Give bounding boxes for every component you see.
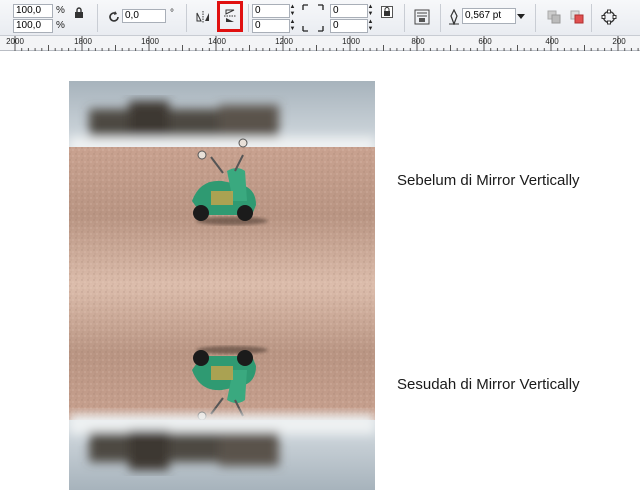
outline-width-field[interactable]: 0,567 pt [462,8,516,24]
pen-icon [445,8,463,26]
to-front-icon[interactable] [545,8,563,26]
ruler-label: 800 [411,37,425,46]
property-bar: 100,0 100,0 % % 0,0 ° 0 0 ▲ ▼ ▲ ▼ 0 0 ▲ ▼ ▲… [0,0,640,36]
mirror-horizontal-icon[interactable] [194,8,212,26]
wrap-text-icon[interactable] [413,8,431,26]
corner-top-field[interactable]: 0 [330,4,368,18]
offset-bottom-spinner[interactable]: ▲ ▼ [289,19,296,33]
ruler-label: 600 [478,37,492,46]
caption-before: Sebelum di Mirror Vertically [397,172,580,189]
ruler-label: 200 [612,37,626,46]
corner-bottom-field[interactable]: 0 [330,19,368,33]
scale-x-field[interactable]: 100,0 [13,4,53,18]
corner-bottom-spinner[interactable]: ▲ ▼ [367,19,374,33]
dropdown-arrow-icon[interactable] [514,7,528,25]
percent-label-x: % [56,5,65,16]
offset-bottom-field[interactable]: 0 [252,19,290,33]
ruler-label: 400 [545,37,559,46]
rotation-field[interactable]: 0,0 [122,9,166,23]
lock-icon[interactable] [70,3,88,21]
offset-top-spinner[interactable]: ▲ ▼ [289,4,296,18]
ruler-label: 2000 [6,37,24,46]
ruler-label: 1800 [74,37,92,46]
to-back-icon[interactable] [568,8,586,26]
lock-ratio-icon[interactable] [378,3,396,21]
scooter-photo[interactable] [69,81,375,490]
ruler-label: 1400 [208,37,226,46]
corner-bracket-icon [302,4,324,32]
rotate-icon [105,8,123,26]
offset-top-field[interactable]: 0 [252,4,290,18]
scooter-photo-image [69,81,375,490]
convert-to-curves-icon[interactable] [600,8,618,26]
percent-label-y: % [56,20,65,31]
ruler-label: 1000 [342,37,360,46]
horizontal-ruler[interactable]: 2000 1800 1600 1400 1200 1000 800 600 40… [0,36,640,51]
mirror-vertical-icon[interactable] [221,7,239,25]
degree-label: ° [170,8,174,19]
drawing-canvas[interactable]: Sebelum di Mirror Vertically Sesudah di … [0,52,640,498]
ruler-label: 1600 [141,37,159,46]
corner-top-spinner[interactable]: ▲ ▼ [367,4,374,18]
ruler-label: 1200 [275,37,293,46]
caption-after: Sesudah di Mirror Vertically [397,376,580,393]
ruler-ticks [14,36,639,51]
scale-y-field[interactable]: 100,0 [13,19,53,33]
